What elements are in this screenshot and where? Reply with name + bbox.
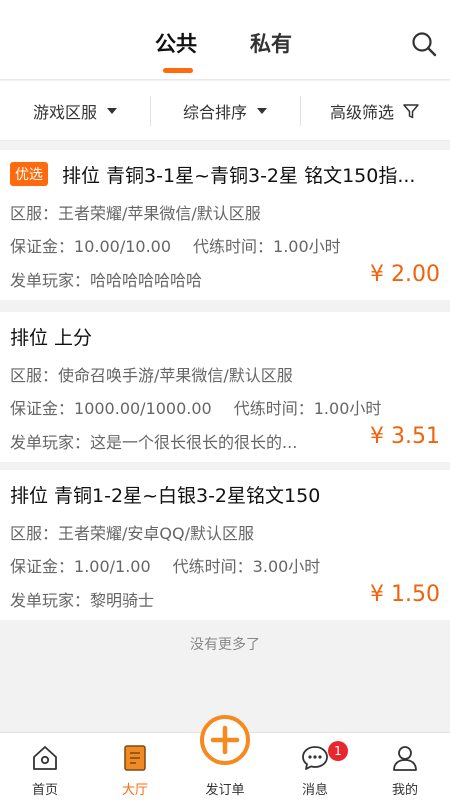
player-value: 哈哈哈哈哈哈哈 — [90, 271, 203, 290]
deposit-label: 保证金： — [10, 237, 75, 256]
top-header: 公共 私有 — [0, 0, 450, 80]
time-label: 代练时间： — [233, 399, 314, 418]
order-player: 发单玩家：哈哈哈哈哈哈哈 — [10, 267, 202, 291]
order-title-row: 排位 青铜1-2星~白银3-2星铭文150 — [10, 480, 440, 508]
nav-item-hall[interactable]: 大厅 — [90, 733, 180, 800]
order-server: 区服：使命召唤手游/苹果微信/默认区服 — [10, 362, 293, 386]
time-value: 1.00小时 — [313, 399, 382, 418]
order-card[interactable]: 排位 上分 区服：使命召唤手游/苹果微信/默认区服 保证金：1000.00/10… — [0, 312, 450, 462]
profile-icon — [393, 746, 417, 771]
tab-public[interactable]: 公共 — [155, 28, 197, 58]
time-label: 代练时间： — [193, 237, 274, 256]
nav-label: 我的 — [391, 783, 418, 798]
unread-badge: 1 — [328, 741, 348, 761]
search-icon — [412, 32, 437, 57]
deposit-label: 保证金： — [10, 557, 75, 576]
nav-label: 发订单 — [205, 783, 245, 798]
nav-item-profile[interactable]: 我的 — [360, 733, 450, 800]
nav-label: 消息 — [301, 783, 328, 798]
time-value: 1.00小时 — [273, 237, 341, 256]
player-label: 发单玩家： — [10, 433, 91, 452]
deposit-value: 1.00/1.00 — [74, 557, 151, 576]
list-end-text: 没有更多了 — [190, 637, 260, 653]
hall-icon — [124, 745, 146, 771]
deposit-label: 保证金： — [10, 399, 75, 418]
add-order-icon — [200, 715, 250, 765]
nav-item-home[interactable]: 首页 — [0, 733, 90, 800]
home-icon — [33, 746, 57, 770]
order-price: ¥ 2.00 — [370, 262, 440, 287]
add-order-button[interactable] — [200, 715, 250, 765]
order-title-row: 优选 排位 青铜3-1星~青铜3-2星 铭文150指... — [10, 160, 440, 188]
caret-down-icon — [107, 108, 117, 114]
featured-badge: 优选 — [10, 162, 48, 186]
server-value: 使命召唤手游/苹果微信/默认区服 — [58, 366, 293, 385]
filter-bar: 游戏区服 综合排序 高级筛选 — [0, 81, 450, 141]
order-player: 发单玩家：黎明骑士 — [10, 587, 154, 611]
server-label: 区服： — [10, 366, 59, 385]
filter-advanced[interactable]: 高级筛选 — [300, 81, 450, 141]
order-title: 排位 青铜1-2星~白银3-2星铭文150 — [10, 484, 321, 507]
server-value: 王者荣耀/苹果微信/默认区服 — [58, 204, 261, 223]
order-title: 排位 上分 — [10, 326, 93, 349]
player-label: 发单玩家： — [10, 271, 91, 290]
server-label: 区服： — [10, 204, 59, 223]
player-value: 黎明骑士 — [90, 591, 155, 610]
order-title-row: 排位 上分 — [10, 322, 440, 350]
tab-private[interactable]: 私有 — [250, 28, 292, 58]
bottom-nav: 首页 大厅 发订单 1 消息 我的 — [0, 715, 450, 800]
caret-down-icon — [257, 108, 267, 114]
order-deposit-time: 保证金：1000.00/1000.00 代练时间：1.00小时 — [10, 395, 381, 419]
filter-advanced-label: 高级筛选 — [329, 103, 394, 122]
order-deposit-time: 保证金：10.00/10.00 代练时间：1.00小时 — [10, 233, 341, 257]
order-title: 排位 青铜3-1星~青铜3-2星 铭文150指... — [62, 164, 416, 187]
order-price: ¥ 1.50 — [370, 582, 440, 607]
order-card[interactable]: 排位 青铜1-2星~白银3-2星铭文150 区服：王者荣耀/安卓QQ/默认区服 … — [0, 470, 450, 620]
order-player: 发单玩家：这是一个很长很长的很长的... — [10, 429, 297, 453]
nav-label: 首页 — [31, 783, 58, 798]
order-server: 区服：王者荣耀/安卓QQ/默认区服 — [10, 520, 254, 544]
server-label: 区服： — [10, 524, 59, 543]
active-tab-indicator — [163, 68, 193, 73]
order-deposit-time: 保证金：1.00/1.00 代练时间：3.00小时 — [10, 553, 320, 577]
nav-label: 大厅 — [121, 783, 148, 798]
filter-game-server-label: 游戏区服 — [32, 103, 97, 122]
player-label: 发单玩家： — [10, 591, 91, 610]
order-server: 区服：王者荣耀/苹果微信/默认区服 — [10, 200, 261, 224]
search-button[interactable] — [410, 30, 438, 58]
header-tabs: 公共 私有 — [0, 0, 450, 80]
order-price: ¥ 3.51 — [370, 424, 440, 449]
player-value: 这是一个很长很长的很长的... — [90, 433, 298, 452]
nav-item-add-order[interactable]: 发订单 — [180, 715, 270, 800]
deposit-value: 1000.00/1000.00 — [74, 399, 212, 418]
nav-item-messages[interactable]: 1 消息 — [270, 733, 360, 800]
time-label: 代练时间： — [172, 557, 253, 576]
funnel-icon — [403, 104, 419, 119]
message-icon — [302, 746, 328, 770]
order-card[interactable]: 优选 排位 青铜3-1星~青铜3-2星 铭文150指... 区服：王者荣耀/苹果… — [0, 150, 450, 300]
server-value: 王者荣耀/安卓QQ/默认区服 — [58, 524, 254, 543]
deposit-value: 10.00/10.00 — [74, 237, 172, 256]
filter-sort-label: 综合排序 — [182, 103, 247, 122]
filter-game-server[interactable]: 游戏区服 — [0, 81, 150, 141]
time-value: 3.00小时 — [252, 557, 321, 576]
filter-sort[interactable]: 综合排序 — [150, 81, 300, 141]
